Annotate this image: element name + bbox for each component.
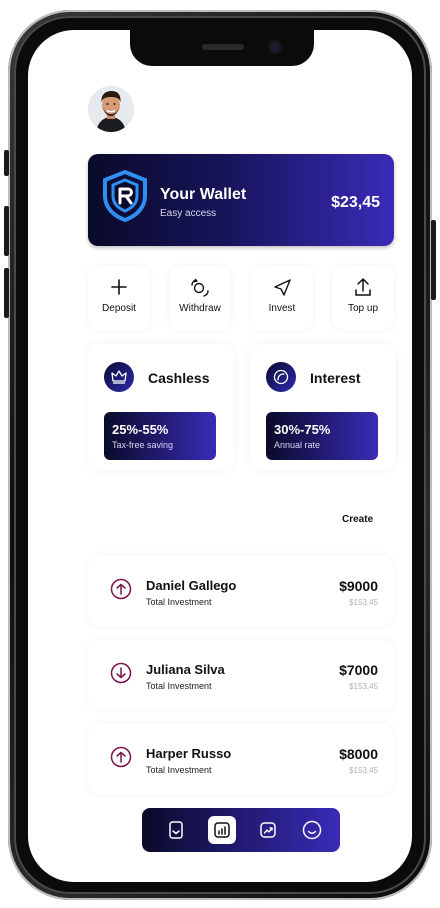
cashless-note: Tax-free saving	[112, 440, 174, 450]
wallet-subtitle: Easy access	[160, 208, 217, 219]
withdraw-icon	[191, 278, 209, 297]
investment-subamount: $153,45	[349, 682, 378, 691]
investor-name: Daniel Gallego	[146, 578, 237, 593]
withdraw-button[interactable]: Withdraw	[169, 266, 231, 330]
front-camera	[270, 42, 280, 52]
leaf-icon	[273, 369, 289, 385]
notch	[130, 30, 314, 66]
avatar[interactable]	[88, 86, 134, 132]
phone-frame: Your Wallet Easy access $23,45 Deposit W…	[4, 10, 436, 900]
trend-icon	[260, 822, 276, 838]
investor-name: Juliana Silva	[146, 662, 225, 677]
shield-logo-icon	[103, 170, 147, 222]
invest-button[interactable]: Invest	[251, 266, 313, 330]
arrow-down-icon	[110, 662, 132, 684]
deposit-button[interactable]: Deposit	[88, 266, 150, 330]
volume-down-button	[4, 268, 9, 318]
profile-icon	[302, 820, 322, 840]
investment-subamount: $153,45	[349, 766, 378, 775]
cashless-rate: 25%-55%	[112, 422, 169, 437]
cashless-card[interactable]: Cashless 25%-55% Tax-free saving	[88, 344, 234, 470]
crown-icon	[111, 370, 127, 384]
cashless-title: Cashless	[148, 370, 210, 386]
deposit-label: Deposit	[102, 303, 136, 314]
investment-amount: $9000	[339, 578, 378, 594]
speaker	[202, 44, 244, 50]
quick-actions: Deposit Withdraw Invest Top up	[88, 266, 394, 330]
app-screen: Your Wallet Easy access $23,45 Deposit W…	[28, 30, 412, 882]
leaf-icon-badge	[266, 362, 296, 392]
wallet-title: Your Wallet	[160, 186, 247, 203]
investment-label: Total Investment	[146, 765, 212, 775]
tab-chart[interactable]	[208, 816, 236, 844]
investment-row[interactable]: Juliana Silva Total Investment $7000 $15…	[88, 640, 394, 710]
send-icon	[274, 279, 291, 296]
arrow-up-icon	[110, 578, 132, 600]
investment-amount: $8000	[339, 746, 378, 762]
arrow-up-icon	[110, 746, 132, 768]
create-button[interactable]: Create	[342, 514, 373, 525]
interest-rate: 30%-75%	[274, 422, 331, 437]
wallet-card[interactable]: Your Wallet Easy access $23,45	[88, 154, 394, 246]
interest-rate-box: 30%-75% Annual rate	[266, 412, 378, 460]
interest-card[interactable]: Interest 30%-75% Annual rate	[250, 344, 396, 470]
investment-row[interactable]: Harper Russo Total Investment $8000 $153…	[88, 724, 394, 794]
cashless-rate-box: 25%-55% Tax-free saving	[104, 412, 216, 460]
crown-icon-badge	[104, 362, 134, 392]
upload-icon	[355, 278, 371, 296]
bookmark-icon	[169, 821, 183, 839]
investment-amount: $7000	[339, 662, 378, 678]
withdraw-label: Withdraw	[179, 303, 221, 314]
investment-row[interactable]: Daniel Gallego Total Investment $9000 $1…	[88, 556, 394, 626]
tab-bookmark[interactable]	[162, 816, 190, 844]
wallet-balance: $23,45	[331, 194, 380, 211]
plus-icon	[111, 279, 127, 295]
investment-subamount: $153,45	[349, 598, 378, 607]
interest-note: Annual rate	[274, 440, 321, 450]
tab-trend[interactable]	[254, 816, 282, 844]
top-up-button[interactable]: Top up	[332, 266, 394, 330]
interest-title: Interest	[310, 370, 361, 386]
avatar-image	[88, 86, 134, 132]
invest-label: Invest	[268, 303, 296, 314]
top-up-label: Top up	[347, 303, 379, 314]
investor-name: Harper Russo	[146, 746, 232, 761]
bottom-tab-bar	[142, 808, 340, 852]
volume-up-button	[4, 206, 9, 256]
tab-profile[interactable]	[298, 816, 326, 844]
power-button	[431, 220, 436, 300]
investment-label: Total Investment	[146, 597, 212, 607]
chart-icon	[214, 822, 230, 838]
mute-switch	[4, 150, 9, 176]
investment-label: Total Investment	[146, 681, 212, 691]
